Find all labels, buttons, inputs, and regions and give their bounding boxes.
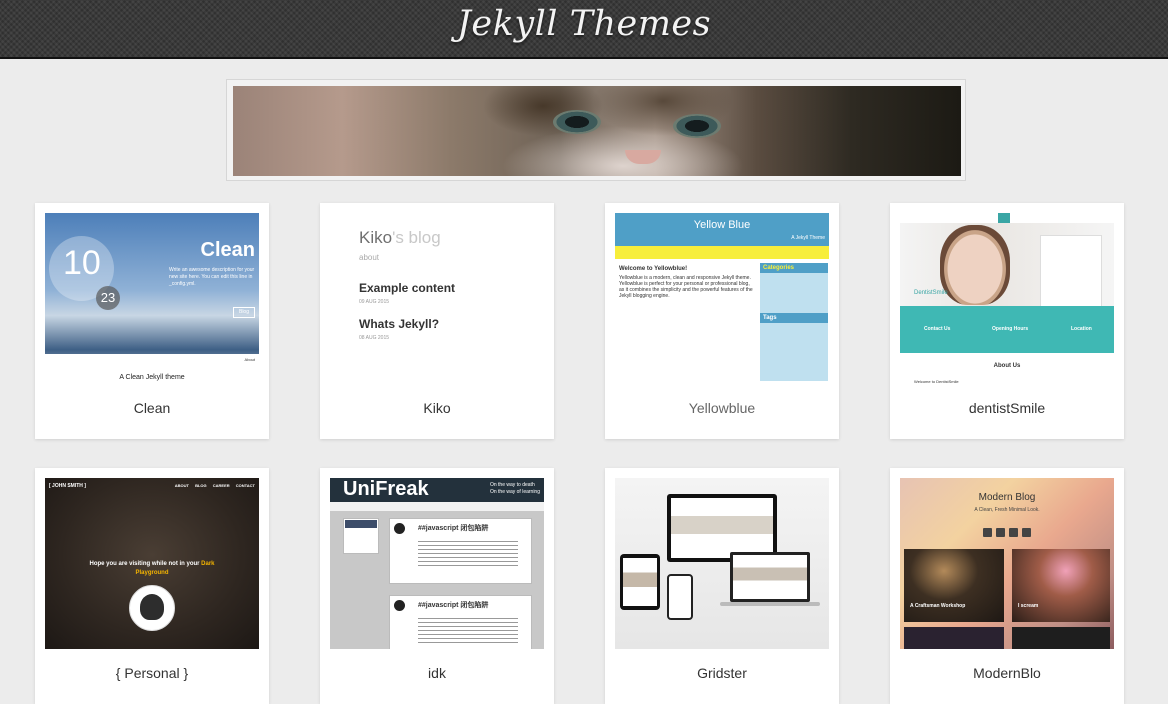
theme-name[interactable]: { Personal } bbox=[35, 665, 269, 681]
phone-device bbox=[667, 574, 693, 620]
theme-card-yellowblue[interactable]: Yellow Blue A Jekyll Theme Welcome to Ye… bbox=[605, 203, 839, 439]
theme-name[interactable]: idk bbox=[320, 665, 554, 681]
cat-eye-left bbox=[553, 110, 601, 134]
theme-card-kiko[interactable]: Kiko's blog about Example content 09 AUG… bbox=[320, 203, 554, 439]
theme-card-idk[interactable]: UniFreak On the way to death On the way o… bbox=[320, 468, 554, 704]
theme-card-clean[interactable]: 10 23 Clean Write an awesome description… bbox=[35, 203, 269, 439]
banner-image bbox=[233, 86, 961, 176]
theme-card-gridster[interactable]: Gridster bbox=[605, 468, 839, 704]
laptop-device bbox=[730, 552, 810, 602]
theme-name[interactable]: Yellowblue bbox=[605, 400, 839, 416]
tablet-device bbox=[620, 554, 660, 610]
theme-name[interactable]: ModernBlo bbox=[890, 665, 1124, 681]
octocat-avatar bbox=[129, 585, 175, 631]
theme-thumbnail[interactable]: Kiko's blog about Example content 09 AUG… bbox=[330, 213, 544, 384]
theme-thumbnail[interactable]: DentistSmile Contact Us Opening Hours Lo… bbox=[900, 213, 1114, 384]
theme-card-modernblog[interactable]: Modern Blog A Clean, Fresh Minimal Look.… bbox=[890, 468, 1124, 704]
site-header: Jekyll Themes bbox=[0, 0, 1168, 59]
social-icons bbox=[900, 524, 1114, 542]
theme-thumbnail[interactable]: Modern Blog A Clean, Fresh Minimal Look.… bbox=[900, 478, 1114, 649]
banner bbox=[226, 79, 966, 181]
theme-thumbnail[interactable]: UniFreak On the way to death On the way o… bbox=[330, 478, 544, 649]
cat-eye-right bbox=[673, 114, 721, 138]
theme-name[interactable]: dentistSmile bbox=[890, 400, 1124, 416]
theme-card-personal[interactable]: [ JOHN SMITH ] ABOUT BLOG CAREER CONTACT… bbox=[35, 468, 269, 704]
theme-name[interactable]: Clean bbox=[35, 400, 269, 416]
theme-thumbnail[interactable]: 10 23 Clean Write an awesome description… bbox=[45, 213, 259, 384]
theme-thumbnail[interactable]: [ JOHN SMITH ] ABOUT BLOG CAREER CONTACT… bbox=[45, 478, 259, 649]
theme-thumbnail[interactable]: Yellow Blue A Jekyll Theme Welcome to Ye… bbox=[615, 213, 829, 384]
theme-thumbnail[interactable] bbox=[615, 478, 829, 649]
site-title[interactable]: Jekyll Themes bbox=[0, 4, 1168, 44]
theme-name[interactable]: Gridster bbox=[605, 665, 839, 681]
theme-name[interactable]: Kiko bbox=[320, 400, 554, 416]
theme-card-dentistsmile[interactable]: DentistSmile Contact Us Opening Hours Lo… bbox=[890, 203, 1124, 439]
